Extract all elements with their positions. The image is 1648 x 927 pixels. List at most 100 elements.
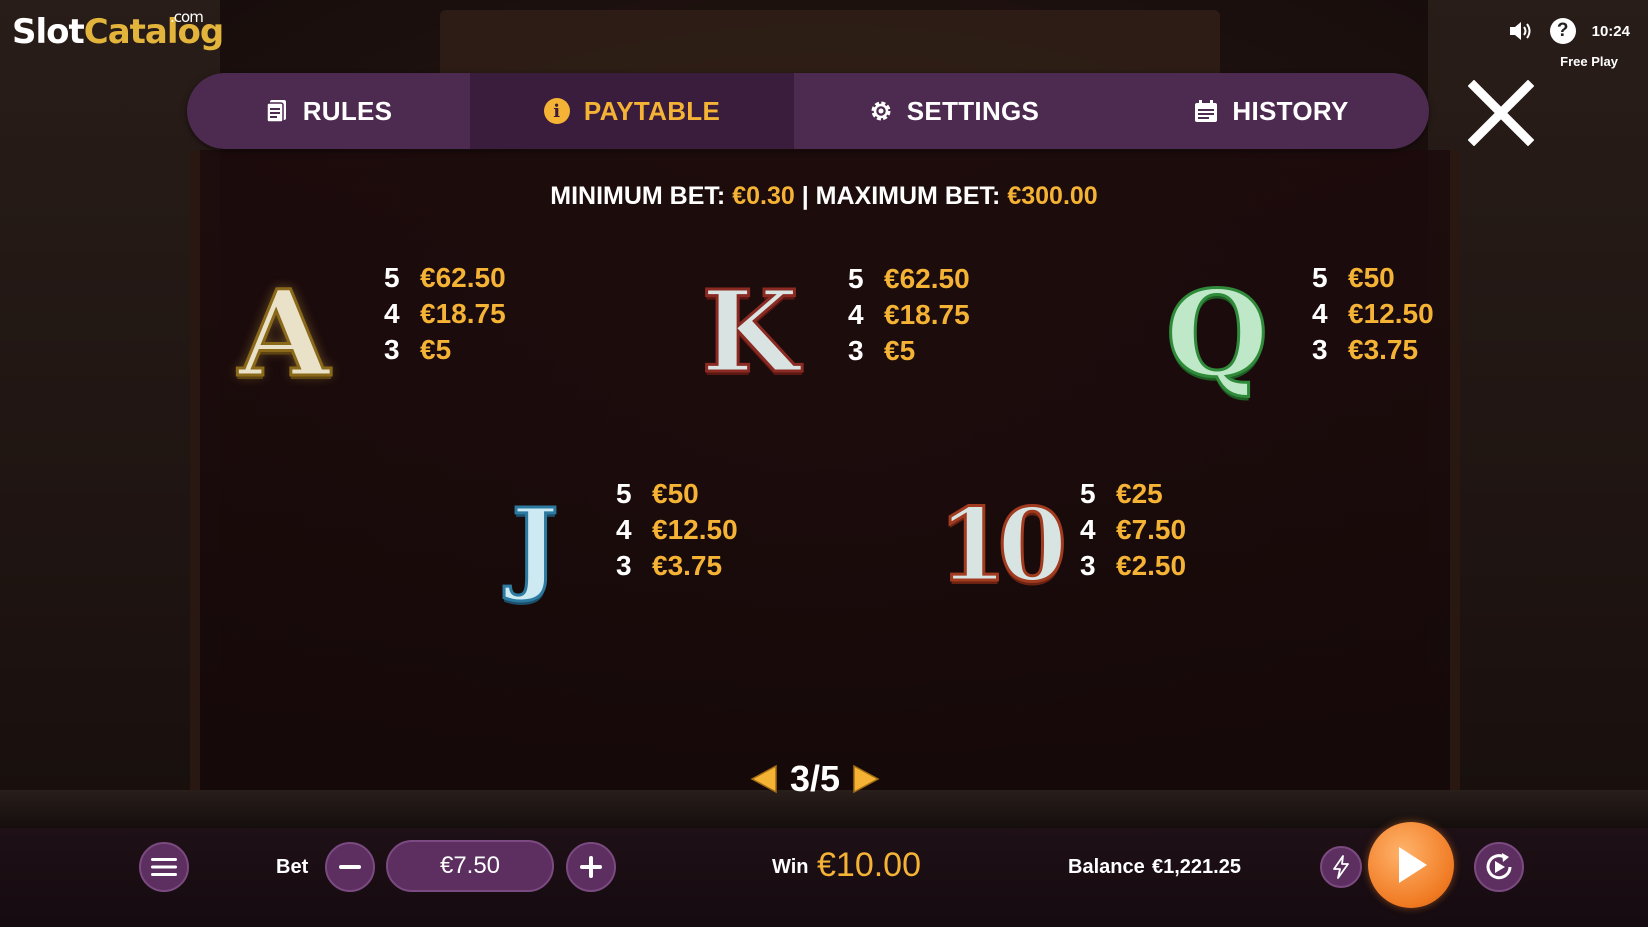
free-play-label: Free Play [1560, 54, 1618, 69]
payout-amount: €62.50 [884, 263, 970, 294]
payouts-k: 5 €62.50 4 €18.75 3 €5 [848, 261, 970, 369]
bet-amount-display: €7.50 [386, 840, 554, 892]
menu-button[interactable] [139, 842, 189, 892]
payout-row: 5 €62.50 [384, 260, 506, 296]
payout-amount: €12.50 [1348, 298, 1434, 329]
tab-history-label: HISTORY [1232, 95, 1349, 126]
max-bet-value: €300.00 [1007, 182, 1098, 210]
calendar-icon [1194, 99, 1218, 123]
tab-history[interactable]: HISTORY [1114, 73, 1429, 149]
logo-suffix: .com [170, 8, 204, 26]
payout-row: 3 €3.75 [616, 548, 738, 584]
payout-amount: €3.75 [1348, 334, 1419, 365]
help-icon[interactable]: ? [1549, 18, 1576, 44]
plus-icon [580, 856, 602, 878]
symbol-k: K [700, 265, 800, 399]
tab-rules[interactable]: RULES [187, 73, 470, 149]
symbol-j: J [510, 485, 560, 606]
info-icon: i [543, 98, 570, 124]
bet-limits-separator: | [801, 182, 809, 210]
payouts-j: 5 €50 4 €12.50 3 €3.75 [616, 476, 738, 584]
slotcatalog-logo: SlotCatalog .com [12, 8, 224, 52]
payout-amount: €18.75 [884, 299, 970, 330]
payout-row: 4 €12.50 [616, 512, 738, 548]
lightning-icon [1333, 855, 1349, 879]
tab-rules-label: RULES [302, 95, 393, 126]
hamburger-icon [151, 858, 177, 876]
tab-bar: RULES i PAYTABLE SETTINGS HISTORY [187, 73, 1429, 149]
symbol-q: Q [1164, 262, 1270, 404]
payouts-q: 5 €50 4 €12.50 3 €3.75 [1312, 260, 1434, 368]
payout-amount: €2.50 [1116, 550, 1187, 581]
payout-amount: €18.75 [420, 298, 506, 329]
payout-row: 4 €18.75 [384, 296, 506, 332]
payout-amount: €5 [884, 335, 916, 366]
payout-amount: €7.50 [1116, 514, 1187, 545]
speaker-icon[interactable] [1508, 20, 1534, 42]
autoplay-button[interactable] [1474, 842, 1524, 892]
arrow-right-icon [853, 764, 880, 794]
payout-count: 4 [1312, 298, 1328, 329]
gear-icon [869, 99, 893, 123]
payout-row: 3 €3.75 [1312, 332, 1434, 368]
payout-row: 4 €18.75 [848, 297, 970, 333]
win-amount: €10.00 [817, 846, 921, 884]
payout-row: 3 €5 [848, 333, 970, 369]
close-icon [1467, 79, 1535, 147]
close-button[interactable] [1467, 79, 1535, 147]
payout-count: 3 [616, 550, 632, 581]
arrow-left-icon [750, 764, 777, 794]
payout-count: 5 [616, 478, 632, 509]
minus-icon [339, 865, 361, 869]
payout-count: 4 [1080, 514, 1096, 545]
symbol-10: 10 [936, 485, 1068, 606]
increase-bet-button[interactable] [566, 842, 616, 892]
top-status-bar: ? 10:24 [1508, 18, 1630, 44]
payout-amount: €62.50 [420, 262, 506, 293]
autoplay-icon [1486, 853, 1512, 880]
payout-count: 4 [384, 298, 400, 329]
bet-label: Bet [276, 856, 309, 878]
tab-settings[interactable]: SETTINGS [794, 73, 1114, 149]
payout-count: 5 [848, 263, 864, 294]
document-icon [265, 99, 289, 123]
turbo-button[interactable] [1320, 846, 1362, 888]
logo-part-slot: Slot [12, 12, 85, 52]
payout-count: 4 [616, 514, 632, 545]
payout-row: 3 €5 [384, 332, 506, 368]
payouts-10: 5 €25 4 €7.50 3 €2.50 [1080, 476, 1186, 584]
tab-paytable[interactable]: i PAYTABLE [470, 73, 794, 149]
payout-amount: €50 [1348, 262, 1395, 293]
payout-amount: €12.50 [652, 514, 738, 545]
payout-count: 5 [384, 262, 400, 293]
bet-limits: MINIMUM BET: €0.30 | MAXIMUM BET: €300.0… [0, 182, 1648, 211]
play-icon [1399, 847, 1427, 883]
next-page-button[interactable] [852, 764, 880, 794]
symbol-a: A [237, 262, 332, 404]
payout-amount: €50 [652, 478, 699, 509]
payout-count: 5 [1312, 262, 1328, 293]
decrease-bet-button[interactable] [325, 842, 375, 892]
spin-button[interactable] [1368, 822, 1454, 908]
payout-count: 5 [1080, 478, 1096, 509]
payout-count: 3 [1080, 550, 1096, 581]
payout-row: 5 €50 [1312, 260, 1434, 296]
payout-row: 3 €2.50 [1080, 548, 1186, 584]
payout-row: 4 €7.50 [1080, 512, 1186, 548]
win-label: Win [772, 856, 809, 878]
balance-amount: €1,221.25 [1152, 856, 1241, 878]
tab-settings-label: SETTINGS [906, 95, 1040, 126]
page-indicator: 3/5 [790, 758, 841, 799]
payout-row: 4 €12.50 [1312, 296, 1434, 332]
prev-page-button[interactable] [750, 764, 778, 794]
payout-amount: €25 [1116, 478, 1163, 509]
payout-count: 3 [848, 335, 864, 366]
min-bet-label: MINIMUM BET: [550, 182, 726, 210]
payout-amount: €3.75 [652, 550, 723, 581]
balance-label: Balance [1068, 856, 1145, 878]
payout-count: 3 [384, 334, 400, 365]
clock: 10:24 [1591, 22, 1630, 40]
payout-count: 4 [848, 299, 864, 330]
payouts-a: 5 €62.50 4 €18.75 3 €5 [384, 260, 506, 368]
payout-row: 5 €25 [1080, 476, 1186, 512]
